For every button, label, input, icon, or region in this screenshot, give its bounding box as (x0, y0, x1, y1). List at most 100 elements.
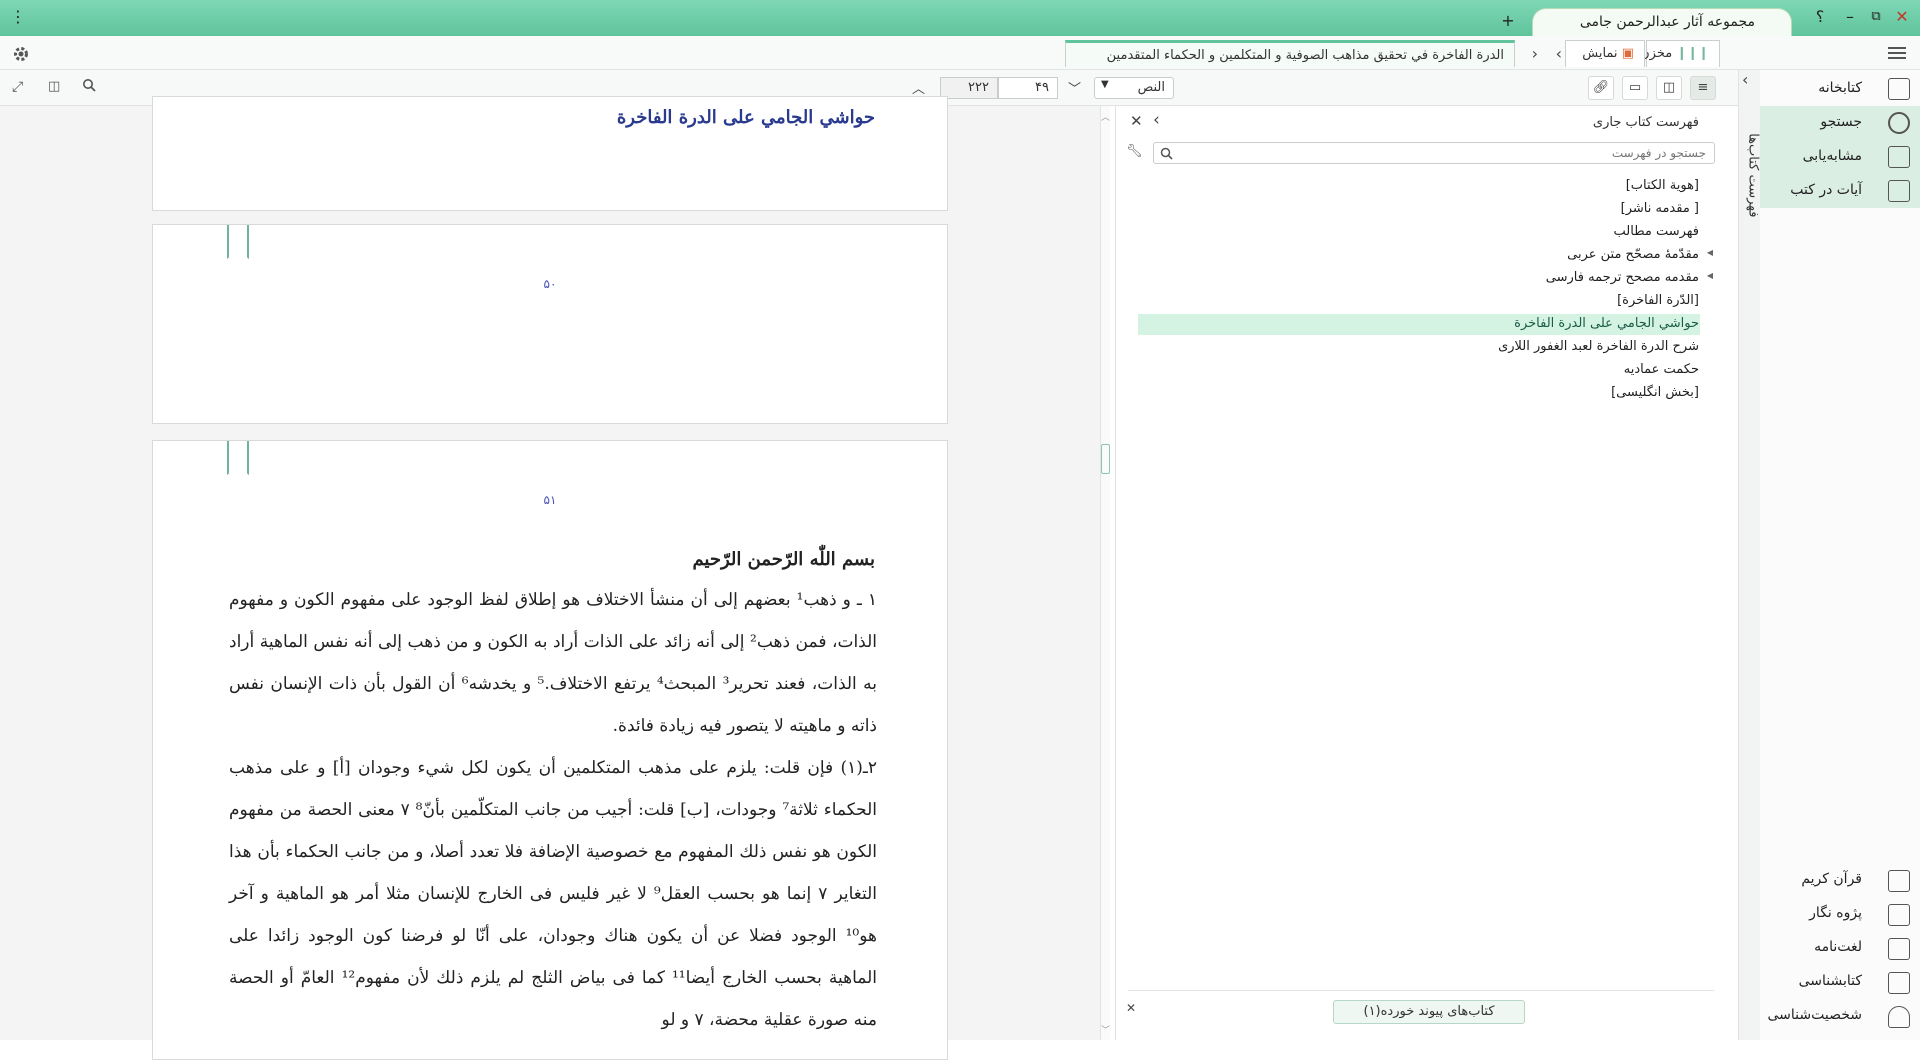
toc-item[interactable]: فهرست مطالب (1614, 224, 1699, 239)
search-icon (1888, 112, 1910, 134)
sidebar-item-dictionary[interactable]: لغت‌نامه (1760, 932, 1920, 966)
dictionary-icon (1888, 938, 1910, 960)
search-icon (1160, 147, 1173, 160)
close-linked-icon[interactable]: ✕ (1126, 1001, 1136, 1015)
sidebar-item-label: آیات در کتب (1790, 182, 1862, 198)
document-viewer: حواشي الجامي على الدرة الفاخرة ۵۰ ۵۱ بسم… (0, 96, 1100, 1060)
linked-books-label: کتاب‌های پیوند خورده(۱) (1363, 1004, 1495, 1019)
sidebar-item-persons[interactable]: شخصیت‌شناسی (1760, 1000, 1920, 1034)
app-title: مجموعه آثار عبدالرحمن جامی (1579, 14, 1755, 30)
collapse-panel-icon[interactable]: ‹ (1742, 70, 1748, 89)
page-text[interactable]: ١ ـ و ذهب¹ بعضهم إلى أن منشأ الاختلاف هو… (229, 579, 877, 1041)
paragraph[interactable]: ١ ـ و ذهب¹ بعضهم إلى أن منشأ الاختلاف هو… (229, 579, 877, 747)
document-icon (1888, 146, 1910, 168)
page-number-input[interactable]: ۴۹ (998, 77, 1058, 99)
linked-books-button[interactable]: کتاب‌های پیوند خورده(۱) (1333, 1000, 1525, 1024)
link-icon[interactable]: 🔗︎ (1588, 76, 1614, 100)
sidebar-item-label: پژوه نگار (1809, 905, 1862, 921)
sidebar-item-label: کتابخانه (1818, 80, 1862, 96)
expand-arrow-icon[interactable]: ◀ (1707, 248, 1713, 257)
sidebar-item-label: کتابشناسی (1798, 973, 1862, 989)
page-number-label: ۵۰ (543, 277, 557, 291)
bookmark-ribbon-icon[interactable] (227, 441, 249, 475)
toc-item[interactable]: شرح الدرة الفاخرة لعبد الغفور اللاری (1498, 339, 1699, 354)
toc-item[interactable]: [بخش انگلیسی] (1611, 385, 1699, 400)
page-49: حواشي الجامي على الدرة الفاخرة (152, 96, 948, 211)
sidebar-item-library[interactable]: کتابخانه (1760, 72, 1920, 106)
splitter-handle[interactable] (1101, 444, 1110, 474)
notebook-icon (1888, 904, 1910, 926)
sidebar-item-label: قرآن کریم (1801, 871, 1862, 887)
view-mode-select[interactable]: النص ▼ (1094, 77, 1174, 99)
toc-search-input[interactable] (1176, 143, 1706, 163)
app-tab[interactable]: مجموعه آثار عبدالرحمن جامی (1532, 8, 1792, 36)
right-sidebar: کتابخانه جستجو مشابه‌یابی آیات در کتب قر… (1760, 70, 1920, 1040)
sidebar-item-verses[interactable]: آیات در کتب (1760, 174, 1920, 208)
toc-panel: ✕ ‹ فهرست كتاب جارى 🔧︎ [هوية الكتاب] [ م… (1115, 106, 1725, 1040)
page-number-label: ۵۱ (543, 493, 557, 507)
page-50: ۵۰ (152, 224, 948, 424)
app-menu-icon[interactable]: ⋮ (8, 6, 28, 28)
toc-item[interactable]: مقدمه مصحح ترجمه فارسی (1546, 270, 1699, 285)
help-button[interactable]: ؟ (1810, 6, 1830, 28)
close-window-button[interactable]: ✕ (1892, 6, 1912, 28)
list-view-icon[interactable]: ≡ (1690, 76, 1716, 100)
dropdown-arrow-icon: ▼ (1101, 79, 1109, 90)
sidebar-item-label: لغت‌نامه (1814, 939, 1862, 955)
page-current-value: ۴۹ (1035, 80, 1049, 95)
sidebar-item-similarity[interactable]: مشابه‌یابی (1760, 140, 1920, 174)
pane-splitter[interactable]: ︿ ﹀ (1100, 106, 1110, 1040)
bookmark-ribbon-icon[interactable] (227, 225, 249, 259)
sidebar-item-quran[interactable]: قرآن کریم (1760, 864, 1920, 898)
quran-icon (1888, 870, 1910, 892)
verse-book-icon (1888, 180, 1910, 202)
wrench-icon[interactable]: 🔧︎ (1126, 144, 1143, 159)
expand-icon[interactable]: ⤢ (12, 79, 23, 95)
view-mode-value: النص (1137, 80, 1165, 95)
restore-window-button[interactable]: ⧉ (1866, 6, 1886, 28)
person-icon (1888, 1006, 1910, 1028)
section-heading: حواشي الجامي على الدرة الفاخرة (616, 107, 875, 128)
two-page-icon[interactable]: ◫ (1656, 76, 1682, 100)
sidebar-item-bibliography[interactable]: کتابشناسی (1760, 966, 1920, 1000)
toc-item[interactable]: حكمت عماديه (1624, 362, 1699, 377)
page-total-value: ۲۲۲ (968, 80, 989, 95)
scroll-up-icon[interactable]: ︿ (1101, 110, 1110, 123)
nav-back-icon[interactable]: › (1532, 44, 1538, 63)
basmala-heading: بسم اللّٰه الرّحمن الرّحيم (692, 549, 875, 570)
sidebar-item-label: جستجو (1820, 114, 1862, 130)
books-icon (1888, 78, 1910, 100)
toc-item-selected[interactable]: حواشي الجامي على الدرة الفاخرة (1514, 316, 1699, 331)
nav-forward-icon[interactable]: ‹ (1556, 44, 1562, 63)
search-icon[interactable] (82, 78, 96, 96)
settings-gear-icon[interactable] (12, 45, 30, 63)
tab-document-label: الدرة الفاخرة في تحقيق مذاهب الصوفية و ا… (1106, 48, 1504, 63)
toc-item[interactable]: [ مقدمه ناشر] (1621, 201, 1699, 216)
single-page-icon[interactable]: ▭ (1622, 76, 1648, 100)
compare-icon[interactable]: ◫ (48, 79, 60, 94)
tab-bar: ❙❙❙ مخزن ▣ نمایش ‹ › الدرة الفاخرة في تح… (0, 36, 1920, 70)
tab-view-label: نمایش (1582, 46, 1618, 61)
close-panel-icon[interactable]: ✕ (1130, 112, 1143, 130)
sidebar-item-search[interactable]: جستجو (1760, 106, 1920, 140)
tab-view[interactable]: ▣ نمایش (1565, 40, 1645, 67)
panel-back-icon[interactable]: ‹ (1153, 110, 1160, 130)
toc-item[interactable]: [هوية الكتاب] (1626, 178, 1699, 193)
tab-document[interactable]: الدرة الفاخرة في تحقيق مذاهب الصوفية و ا… (1065, 40, 1515, 67)
toc-title: فهرست كتاب جارى (1592, 115, 1699, 130)
tab-store[interactable]: ❙❙❙ مخزن (1640, 40, 1720, 67)
minimize-window-button[interactable]: – (1840, 6, 1860, 28)
paragraph[interactable]: ٢ـ(١) فإن قلت: يلزم على مذهب المتكلمين أ… (229, 747, 877, 1041)
scroll-down-icon[interactable]: ﹀ (1101, 1023, 1110, 1036)
toc-item[interactable]: [الدّرة الفاخرة] (1617, 293, 1699, 308)
expand-arrow-icon[interactable]: ◀ (1707, 271, 1713, 280)
new-tab-button[interactable]: + (1498, 10, 1518, 32)
info-icon (1888, 972, 1910, 994)
toc-item[interactable]: مقدّمهٔ مصحّح متن عربی (1567, 247, 1699, 262)
vertical-toc-label[interactable]: فهرست کتاب‌ها (1746, 98, 1761, 217)
sidebar-item-researcher[interactable]: پژوه نگار (1760, 898, 1920, 932)
hamburger-menu-icon[interactable] (1888, 46, 1906, 60)
page-down-icon[interactable]: ﹀ (1068, 78, 1081, 97)
page-total-field: ۲۲۲ (940, 77, 998, 99)
page-up-icon[interactable]: ︿ (912, 78, 925, 97)
